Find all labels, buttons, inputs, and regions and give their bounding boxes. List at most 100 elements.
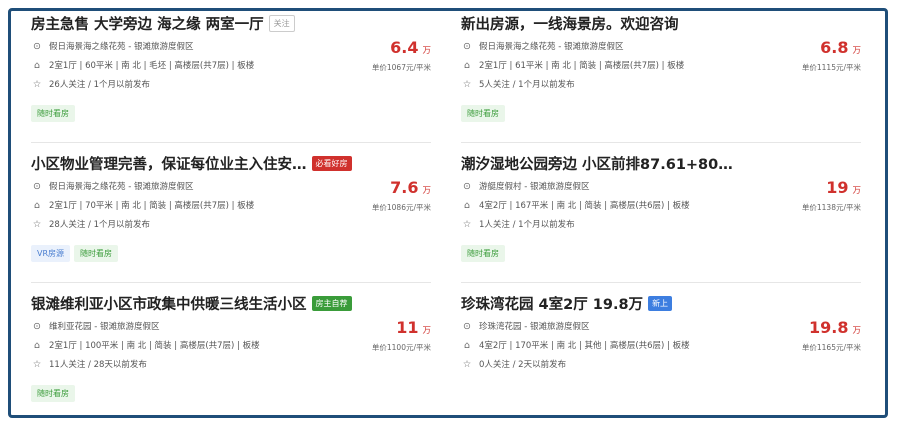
listing-title-text[interactable]: 银滩维利亚小区市政集中供暖三线生活小区: [31, 297, 307, 313]
listings-frame: 房主急售 大学旁边 海之缘 两室一厅 关注 ⊙ 假日海景海之缘花苑 - 银滩旅游度假…: [8, 8, 888, 418]
followers-text: 11人关注 / 28天以前发布: [49, 360, 147, 370]
divider: [31, 417, 431, 418]
listing-followers: ☆ 28人关注 / 1个月以前发布: [31, 218, 150, 230]
location-pin-icon: ⊙: [463, 41, 471, 52]
price-value: 6.4: [390, 38, 419, 57]
star-icon: ☆: [462, 219, 472, 230]
listing-title[interactable]: 银滩维利亚小区市政集中供暖三线生活小区 房主自荐: [31, 293, 352, 314]
location-text[interactable]: 游艇度假村 - 银滩旅游度假区: [479, 182, 589, 192]
house-icon: ⌂: [33, 340, 41, 351]
listing-location: ⊙ 假日海景海之缘花苑 - 银滩旅游度假区: [31, 180, 193, 192]
star-icon: ☆: [32, 359, 42, 370]
listing-title[interactable]: 珍珠湾花园 4室2厅 19.8万 新上: [461, 293, 673, 314]
listing-grid: 房主急售 大学旁边 海之缘 两室一厅 关注 ⊙ 假日海景海之缘花苑 - 银滩旅游度假…: [11, 11, 885, 415]
house-icon: ⌂: [463, 340, 471, 351]
location-text[interactable]: 假日海景海之缘花苑 - 银滩旅游度假区: [49, 182, 193, 192]
divider: [31, 142, 431, 143]
listing-title-text[interactable]: 新出房源，一线海景房。欢迎咨询: [461, 17, 679, 33]
location-text[interactable]: 珍珠湾花园 - 银滩旅游度假区: [479, 322, 589, 332]
listing-title[interactable]: 新出房源，一线海景房。欢迎咨询: [461, 13, 679, 34]
listing-location: ⊙ 游艇度假村 - 银滩旅游度假区: [461, 180, 589, 192]
price-unit: 万: [852, 186, 861, 196]
details-text: 2室1厅 | 60平米 | 南 北 | 毛坯 | 高楼层(共7层) | 板楼: [49, 61, 255, 71]
followers-text: 5人关注 / 1个月以前发布: [479, 80, 575, 90]
listing-price: 19 万: [826, 178, 861, 197]
listing-price: 19.8 万: [809, 318, 861, 337]
listing-title[interactable]: 小区物业管理完善，保证每位业主入住安… 必看好房: [31, 153, 352, 174]
listing-unit-price: 单价1086元/平米: [371, 203, 431, 212]
listing-title-text[interactable]: 小区物业管理完善，保证每位业主入住安…: [31, 157, 307, 173]
listing-unit-price: 单价1067元/平米: [371, 63, 431, 72]
listing-location: ⊙ 假日海景海之缘花苑 - 银滩旅游度假区: [31, 40, 193, 52]
star-icon: ☆: [462, 79, 472, 90]
details-text: 4室2厅 | 170平米 | 南 北 | 其他 | 高楼层(共6层) | 板楼: [479, 341, 690, 351]
listing-title-text[interactable]: 房主急售 大学旁边 海之缘 两室一厅: [31, 17, 264, 33]
divider: [461, 282, 861, 283]
price-unit: 万: [422, 186, 431, 196]
followers-text: 1人关注 / 1个月以前发布: [479, 220, 575, 230]
listing-followers: ☆ 26人关注 / 1个月以前发布: [31, 78, 150, 90]
followers-text: 0人关注 / 2天以前发布: [479, 360, 567, 370]
listing-card[interactable]: 小区物业管理完善，保证每位业主入住安… 必看好房 ⊙ 假日海景海之缘花苑 - 银滩旅…: [31, 153, 431, 271]
price-value: 19: [826, 178, 849, 197]
location-text[interactable]: 维利亚花园 - 银滩旅游度假区: [49, 322, 159, 332]
details-text: 2室1厅 | 70平米 | 南 北 | 简装 | 高楼层(共7层) | 板楼: [49, 201, 255, 211]
listing-details: ⌂ 2室1厅 | 61平米 | 南 北 | 简装 | 高楼层(共7层) | 板楼: [461, 59, 684, 71]
listing-card[interactable]: 房主急售 大学旁边 海之缘 两室一厅 关注 ⊙ 假日海景海之缘花苑 - 银滩旅游度假…: [31, 13, 431, 131]
price-unit: 万: [852, 326, 861, 336]
price-value: 11: [396, 318, 419, 337]
listing-unit-price: 单价1115元/平米: [801, 63, 861, 72]
listing-followers: ☆ 0人关注 / 2天以前发布: [461, 358, 566, 370]
listing-card[interactable]: 银滩维利亚小区市政集中供暖三线生活小区 房主自荐 ⊙ 维利亚花园 - 银滩旅游度假区…: [31, 293, 431, 411]
listing-details: ⌂ 4室2厅 | 170平米 | 南 北 | 其他 | 高楼层(共6层) | 板楼: [461, 339, 690, 351]
price-value: 6.8: [820, 38, 849, 57]
listing-pills: 随时看房: [461, 241, 509, 262]
followers-text: 28人关注 / 1个月以前发布: [49, 220, 150, 230]
owner-recommend-tag: 房主自荐: [311, 296, 352, 311]
details-text: 2室1厅 | 61平米 | 南 北 | 简装 | 高楼层(共7层) | 板楼: [479, 61, 685, 71]
listing-unit-price: 单价1100元/平米: [371, 343, 431, 352]
pill-viewing: 随时看房: [31, 385, 75, 402]
pill-viewing: 随时看房: [74, 245, 119, 262]
location-pin-icon: ⊙: [33, 41, 41, 52]
followers-text: 26人关注 / 1个月以前发布: [49, 80, 150, 90]
pill-viewing: 随时看房: [461, 105, 505, 122]
price-unit: 万: [422, 326, 431, 336]
listing-title[interactable]: 潮汐湿地公园旁边 小区前排87.61+80…: [461, 153, 733, 174]
listing-title[interactable]: 房主急售 大学旁边 海之缘 两室一厅 关注: [31, 13, 295, 34]
listing-unit-price: 单价1138元/平米: [801, 203, 861, 212]
listing-price: 7.6 万: [390, 178, 431, 197]
star-icon: ☆: [32, 79, 42, 90]
star-icon: ☆: [462, 359, 472, 370]
listing-pills: 随时看房: [461, 101, 509, 122]
pill-vr: VR房源: [31, 245, 71, 262]
price-value: 19.8: [809, 318, 849, 337]
listing-details: ⌂ 2室1厅 | 70平米 | 南 北 | 简装 | 高楼层(共7层) | 板楼: [31, 199, 254, 211]
location-pin-icon: ⊙: [33, 321, 41, 332]
location-text[interactable]: 假日海景海之缘花苑 - 银滩旅游度假区: [479, 42, 623, 52]
details-text: 2室1厅 | 100平米 | 南 北 | 简装 | 高楼层(共7层) | 板楼: [49, 341, 260, 351]
listing-price: 6.4 万: [390, 38, 431, 57]
details-text: 4室2厅 | 167平米 | 南 北 | 简装 | 高楼层(共6层) | 板楼: [479, 201, 690, 211]
price-unit: 万: [852, 46, 861, 56]
listing-details: ⌂ 4室2厅 | 167平米 | 南 北 | 简装 | 高楼层(共6层) | 板楼: [461, 199, 690, 211]
location-text[interactable]: 假日海景海之缘花苑 - 银滩旅游度假区: [49, 42, 193, 52]
listing-card[interactable]: 新出房源，一线海景房。欢迎咨询 ⊙ 假日海景海之缘花苑 - 银滩旅游度假区 ⌂ 2室…: [461, 13, 861, 131]
listing-followers: ☆ 5人关注 / 1个月以前发布: [461, 78, 575, 90]
listing-price: 6.8 万: [820, 38, 861, 57]
listing-title-text[interactable]: 珍珠湾花园 4室2厅 19.8万: [461, 297, 643, 313]
price-unit: 万: [422, 46, 431, 56]
must-see-tag: 必看好房: [311, 156, 352, 171]
listing-card[interactable]: 潮汐湿地公园旁边 小区前排87.61+80… ⊙ 游艇度假村 - 银滩旅游度假区 …: [461, 153, 861, 271]
listing-location: ⊙ 维利亚花园 - 银滩旅游度假区: [31, 320, 159, 332]
location-pin-icon: ⊙: [463, 321, 471, 332]
listing-details: ⌂ 2室1厅 | 100平米 | 南 北 | 简装 | 高楼层(共7层) | 板楼: [31, 339, 260, 351]
listing-pills: 随时看房: [31, 101, 79, 122]
listing-card[interactable]: 珍珠湾花园 4室2厅 19.8万 新上 ⊙ 珍珠湾花园 - 银滩旅游度假区 ⌂ 4室2…: [461, 293, 861, 411]
listing-title-text[interactable]: 潮汐湿地公园旁边 小区前排87.61+80…: [461, 157, 733, 173]
listing-unit-price: 单价1165元/平米: [801, 343, 861, 352]
listing-location: ⊙ 珍珠湾花园 - 银滩旅游度假区: [461, 320, 589, 332]
follow-tag[interactable]: 关注: [268, 15, 295, 32]
location-pin-icon: ⊙: [463, 181, 471, 192]
house-icon: ⌂: [33, 200, 41, 211]
